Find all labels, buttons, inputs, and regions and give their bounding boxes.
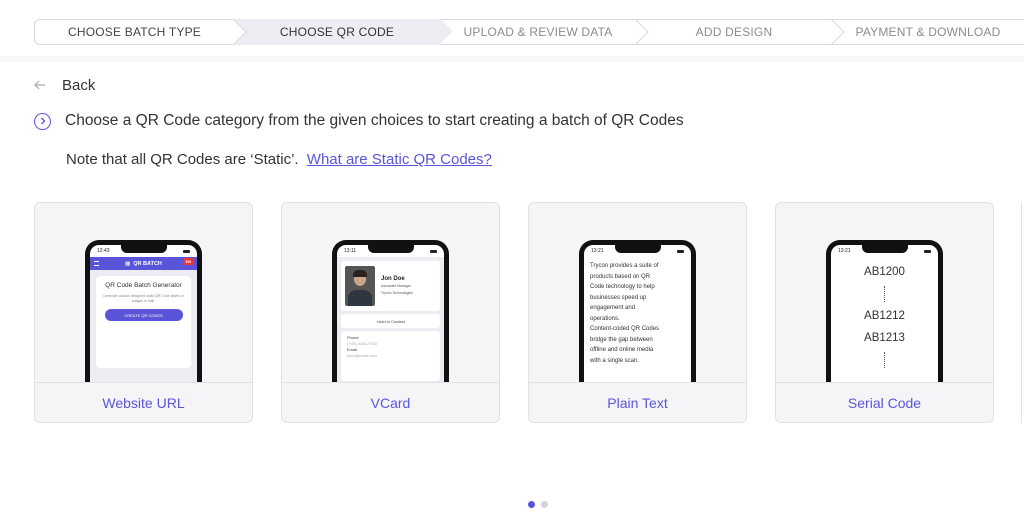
app-header: ▦ QR BATCH EN [90,257,197,270]
arrow-left-icon [34,77,48,94]
text-line: businesses speed up [590,294,647,301]
status-time: 13:11 [344,248,357,254]
ellipsis-vertical-icon [831,283,938,305]
card-preview: 13:21 Trycon provides a suite of product… [529,203,746,383]
text-line: bridge the gap between [590,336,653,343]
pagination-dot-1[interactable] [528,501,535,508]
instruction: Choose a QR Code category from the given… [34,112,684,130]
card-serial-code[interactable]: 13:21 AB1200 AB1212 AB1213 Serial Code [775,202,994,423]
text-line: products based on QR [590,273,651,280]
pagination-dot-2[interactable] [541,501,548,508]
step-label: CHOOSE QR CODE [279,25,395,39]
card-label: VCard [282,382,499,422]
phone-mockup: 13:21 Trycon provides a suite of product… [579,240,696,383]
contact-role: Associate Manager [381,284,411,288]
static-qr-info-link[interactable]: What are Static QR Codes? [307,151,492,168]
step-label: UPLOAD & REVIEW DATA [463,25,613,39]
email-value: jdoe@email.com [347,353,377,358]
serial-code: AB1213 [864,332,905,344]
progress-stepper: CHOOSE BATCH TYPE CHOOSE QR CODE UPLOAD … [34,18,1024,45]
app-create-button: CREATE QR CODES [104,309,183,321]
text-line: engagement and [590,305,636,311]
signal-icon [430,249,437,253]
menu-icon [94,261,99,266]
text-line: with a single scan. [590,357,640,364]
step-label: CHOOSE BATCH TYPE [68,25,201,39]
note-text: Note that all QR Codes are ‘Static’. [66,151,299,168]
serial-code-content: AB1200 AB1212 AB1213 [831,257,938,371]
app-title: QR Code Batch Generator [105,282,182,289]
add-contact-button: +Add to Contact [341,314,440,328]
status-time: 12:43 [97,248,110,254]
plain-text-content: Trycon provides a suite of products base… [584,257,691,370]
card-website-url[interactable]: 12:43 ▦ QR BATCH EN QR Code Batch Genera… [34,202,253,423]
qr-category-list: 12:43 ▦ QR BATCH EN QR Code Batch Genera… [34,202,994,423]
phone-mockup: 13:11 Jon Doe Associate Manager Trycon T… [332,240,449,383]
status-time: 13:21 [838,248,851,254]
lang-badge: EN [183,258,193,265]
card-preview: 13:11 Jon Doe Associate Manager Trycon T… [282,203,499,383]
serial-code: AB1200 [864,266,905,278]
back-button[interactable]: Back [34,77,95,94]
step-label: ADD DESIGN [695,25,773,39]
card-preview: 13:21 AB1200 AB1212 AB1213 [776,203,993,383]
avatar [345,266,375,306]
chevron-right-circle-icon [34,112,51,130]
app-desc: Generate custom designed static QR Code … [103,294,184,303]
card-label: Plain Text [529,382,746,422]
card-label: Serial Code [776,382,993,422]
carousel-pagination [528,501,548,508]
card-plain-text[interactable]: 13:21 Trycon provides a suite of product… [528,202,747,423]
step-choose-batch-type[interactable]: CHOOSE BATCH TYPE [34,19,247,45]
text-line: offline and online media [590,347,654,353]
step-payment-download: PAYMENT & DOWNLOAD [832,19,1024,45]
instruction-text: Choose a QR Code category from the given… [65,112,684,129]
static-note: Note that all QR Codes are ‘Static’. Wha… [66,151,492,168]
step-upload-review-data: UPLOAD & REVIEW DATA [440,19,649,45]
card-vcard[interactable]: 13:11 Jon Doe Associate Manager Trycon T… [281,202,500,423]
header-divider [0,56,1024,62]
step-choose-qr-code[interactable]: CHOOSE QR CODE [234,18,453,45]
text-line: operations. [590,315,620,322]
signal-icon [924,249,931,253]
ellipsis-vertical-icon [831,349,938,371]
back-label: Back [62,77,96,94]
text-line: Code technology to help [590,284,655,290]
status-time: 13:21 [591,248,604,254]
signal-icon [677,249,684,253]
app-brand: QR BATCH [133,260,162,267]
phone-mockup: 13:21 AB1200 AB1212 AB1213 [826,240,943,383]
qr-logo-icon: ▦ [125,260,131,267]
contact-name: Jon Doe [381,276,405,282]
contact-company: Trycon Technologies [381,291,413,295]
signal-icon [183,249,190,253]
phone-mockup: 12:43 ▦ QR BATCH EN QR Code Batch Genera… [85,240,202,383]
serial-code: AB1212 [864,310,905,322]
text-line: Trycon provides a suite of [590,263,659,269]
card-preview: 12:43 ▦ QR BATCH EN QR Code Batch Genera… [35,203,252,383]
step-label: PAYMENT & DOWNLOAD [855,25,1001,39]
card-label: Website URL [35,382,252,422]
step-add-design: ADD DESIGN [636,19,845,45]
text-line: Content-coded QR Codes [590,326,660,332]
